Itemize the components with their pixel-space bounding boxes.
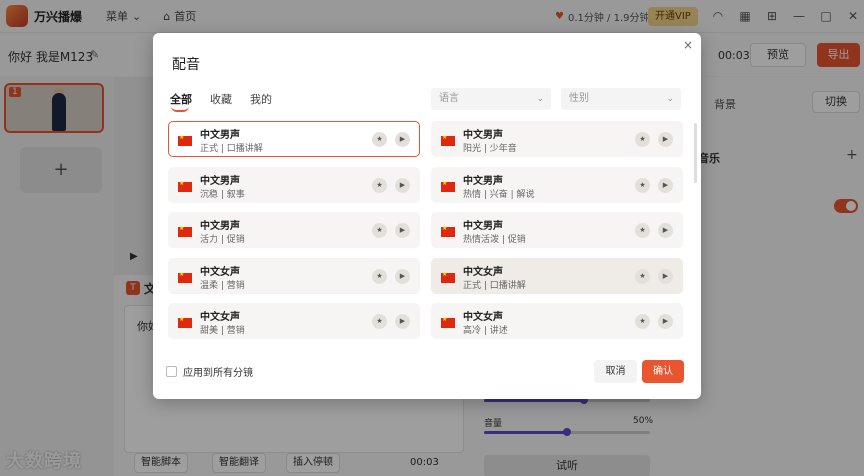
- voice-card[interactable]: 中文男声热情 | 兴奋 | 解说 ★ ▶: [431, 166, 683, 203]
- voice-card[interactable]: 中文女声温柔 | 营销 ★ ▶: [168, 257, 420, 294]
- confirm-button[interactable]: 确认: [642, 360, 684, 383]
- star-icon[interactable]: ★: [372, 132, 387, 147]
- gender-placeholder: 性别: [569, 93, 589, 104]
- star-icon[interactable]: ★: [635, 268, 650, 284]
- china-flag-icon: [441, 316, 455, 328]
- voice-description: 正式 | 口播讲解: [463, 280, 526, 291]
- china-flag-icon: [441, 134, 455, 146]
- play-icon[interactable]: ▶: [395, 268, 410, 284]
- play-icon[interactable]: ▶: [658, 223, 673, 238]
- tab-mine[interactable]: 我的: [250, 91, 272, 107]
- star-icon[interactable]: ★: [635, 314, 650, 329]
- chevron-down-icon: ⌄: [666, 94, 674, 104]
- voice-name: 中文女声: [200, 266, 240, 278]
- star-icon[interactable]: ★: [372, 177, 387, 193]
- voice-description: 正式 | 口播讲解: [200, 144, 263, 154]
- voice-name: 中文女声: [463, 312, 503, 323]
- close-icon[interactable]: ×: [683, 38, 693, 52]
- voice-list: 中文男声正式 | 口播讲解★▶中文男声阳光 | 少年音★▶中文男声沉稳 | 叙事…: [168, 121, 688, 341]
- play-icon[interactable]: ▶: [395, 177, 410, 193]
- star-icon[interactable]: ★: [372, 268, 387, 284]
- language-placeholder: 语言: [439, 93, 459, 104]
- voice-name: 中文男声: [200, 130, 240, 141]
- voice-name: 中文女声: [463, 266, 503, 278]
- voice-card[interactable]: 中文男声正式 | 口播讲解 ★ ▶: [168, 121, 420, 157]
- voice-card[interactable]: 中文男声热情活泼 | 促销 ★ ▶: [431, 212, 683, 248]
- play-icon[interactable]: ▶: [658, 268, 673, 284]
- play-icon[interactable]: ▶: [395, 223, 410, 238]
- star-icon[interactable]: ★: [635, 223, 650, 238]
- voice-description: 甜美 | 营销: [200, 326, 245, 336]
- tab-all[interactable]: 全部: [170, 91, 192, 107]
- china-flag-icon: [178, 316, 192, 328]
- tab-active-indicator: [171, 106, 189, 112]
- voice-card[interactable]: 中文男声阳光 | 少年音 ★ ▶: [431, 121, 683, 157]
- star-icon[interactable]: ★: [635, 132, 650, 147]
- china-flag-icon: [178, 180, 192, 192]
- star-icon[interactable]: ★: [372, 223, 387, 238]
- voice-card[interactable]: 中文女声甜美 | 营销 ★ ▶: [168, 303, 420, 339]
- voice-description: 热情 | 兴奋 | 解说: [463, 189, 535, 200]
- language-select[interactable]: 语言 ⌄: [431, 88, 551, 110]
- cancel-button[interactable]: 取消: [594, 360, 637, 383]
- voice-description: 高冷 | 讲述: [463, 326, 508, 336]
- play-icon[interactable]: ▶: [395, 314, 410, 329]
- star-icon[interactable]: ★: [635, 177, 650, 193]
- voice-name: 中文男声: [463, 221, 503, 232]
- play-icon[interactable]: ▶: [658, 314, 673, 329]
- voice-dialog: 配音 × 全部 收藏 我的 语言 ⌄ 性别 ⌄ 中文男声正式 | 口播讲解★▶中…: [153, 33, 701, 399]
- china-flag-icon: [178, 271, 192, 283]
- voice-description: 活力 | 促销: [200, 235, 245, 245]
- voice-name: 中文男声: [463, 130, 503, 141]
- voice-description: 阳光 | 少年音: [463, 144, 517, 154]
- voice-card[interactable]: 中文男声活力 | 促销 ★ ▶: [168, 212, 420, 248]
- voice-name: 中文女声: [200, 312, 240, 323]
- china-flag-icon: [178, 134, 192, 146]
- tab-favorites[interactable]: 收藏: [210, 91, 232, 107]
- voice-name: 中文男声: [200, 175, 240, 187]
- voice-card[interactable]: 中文男声沉稳 | 叙事 ★ ▶: [168, 166, 420, 203]
- apply-all-label: 应用到所有分镜: [183, 368, 253, 379]
- apply-all-checkbox[interactable]: [166, 366, 177, 377]
- voice-name: 中文男声: [463, 175, 503, 187]
- play-icon[interactable]: ▶: [658, 177, 673, 193]
- china-flag-icon: [441, 225, 455, 237]
- chevron-down-icon: ⌄: [536, 94, 544, 104]
- voice-description: 热情活泼 | 促销: [463, 235, 526, 245]
- china-flag-icon: [441, 271, 455, 283]
- voice-description: 温柔 | 营销: [200, 280, 245, 291]
- dialog-title: 配音: [172, 57, 200, 73]
- play-icon[interactable]: ▶: [395, 132, 410, 147]
- play-icon[interactable]: ▶: [658, 132, 673, 147]
- voice-card[interactable]: 中文女声正式 | 口播讲解 ★ ▶: [431, 257, 683, 294]
- voice-card[interactable]: 中文女声高冷 | 讲述 ★ ▶: [431, 303, 683, 339]
- voice-name: 中文男声: [200, 221, 240, 232]
- scrollbar[interactable]: [694, 123, 697, 183]
- china-flag-icon: [441, 180, 455, 192]
- star-icon[interactable]: ★: [372, 314, 387, 329]
- gender-select[interactable]: 性别 ⌄: [561, 88, 681, 110]
- china-flag-icon: [178, 225, 192, 237]
- voice-description: 沉稳 | 叙事: [200, 189, 245, 200]
